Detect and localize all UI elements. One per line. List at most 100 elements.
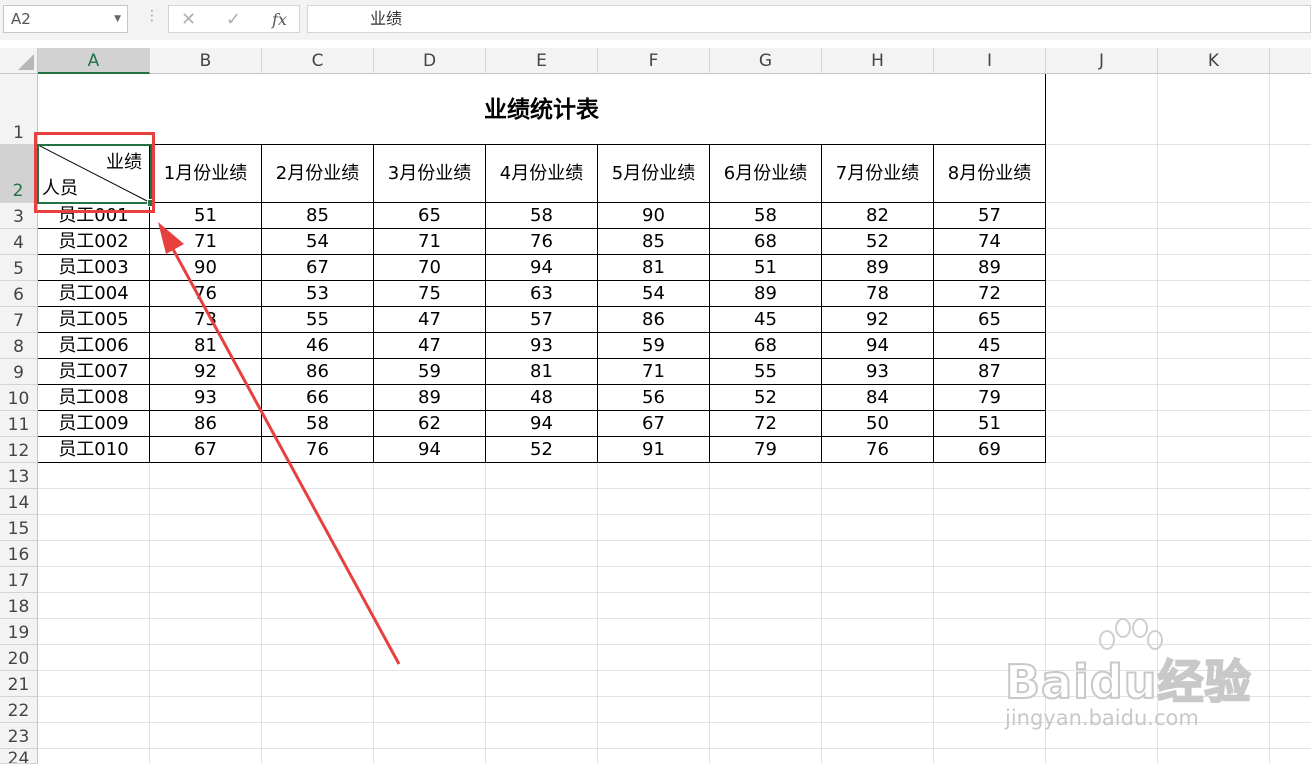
value-cell[interactable]: 51 [710, 255, 822, 281]
row-header[interactable]: 1 [0, 74, 38, 145]
month-header-cell[interactable]: 2月份业绩 [262, 145, 374, 203]
row-header[interactable]: 11 [0, 411, 38, 437]
enter-icon[interactable]: ✓ [226, 9, 241, 30]
value-cell[interactable]: 79 [710, 437, 822, 463]
value-cell[interactable]: 55 [262, 307, 374, 333]
value-cell[interactable]: 50 [822, 411, 934, 437]
value-cell[interactable]: 58 [486, 203, 598, 229]
row-header[interactable]: 14 [0, 489, 38, 515]
value-cell[interactable]: 86 [150, 411, 262, 437]
value-cell[interactable]: 82 [822, 203, 934, 229]
value-cell[interactable]: 89 [822, 255, 934, 281]
row-header[interactable]: 18 [0, 593, 38, 619]
value-cell[interactable]: 57 [934, 203, 1046, 229]
value-cell[interactable]: 81 [150, 333, 262, 359]
value-cell[interactable]: 76 [150, 281, 262, 307]
employee-name-cell[interactable]: 员工003 [38, 255, 150, 281]
row-header[interactable]: 9 [0, 359, 38, 385]
drag-handle-icon[interactable]: ⋮ [145, 8, 159, 24]
column-header-g[interactable]: G [710, 48, 822, 74]
value-cell[interactable]: 66 [262, 385, 374, 411]
column-header-partial[interactable] [1270, 48, 1311, 74]
value-cell[interactable]: 54 [262, 229, 374, 255]
row-header[interactable]: 4 [0, 229, 38, 255]
value-cell[interactable]: 93 [486, 333, 598, 359]
month-header-cell[interactable]: 5月份业绩 [598, 145, 710, 203]
value-cell[interactable]: 54 [598, 281, 710, 307]
row-header[interactable]: 22 [0, 697, 38, 723]
value-cell[interactable]: 58 [262, 411, 374, 437]
column-header-h[interactable]: H [822, 48, 934, 74]
value-cell[interactable]: 59 [374, 359, 486, 385]
row-header[interactable]: 20 [0, 645, 38, 671]
column-header-j[interactable]: J [1046, 48, 1158, 74]
value-cell[interactable]: 86 [598, 307, 710, 333]
value-cell[interactable]: 89 [710, 281, 822, 307]
value-cell[interactable]: 76 [262, 437, 374, 463]
value-cell[interactable]: 68 [710, 333, 822, 359]
value-cell[interactable]: 92 [822, 307, 934, 333]
row-header[interactable]: 16 [0, 541, 38, 567]
column-header-a[interactable]: A [38, 48, 150, 74]
chevron-down-icon[interactable]: ▼ [114, 6, 121, 32]
employee-name-cell[interactable]: 员工006 [38, 333, 150, 359]
employee-name-cell[interactable]: 员工005 [38, 307, 150, 333]
employee-name-cell[interactable]: 员工010 [38, 437, 150, 463]
formula-input[interactable]: 业绩 [307, 5, 1311, 33]
value-cell[interactable]: 52 [710, 385, 822, 411]
month-header-cell[interactable]: 1月份业绩 [150, 145, 262, 203]
value-cell[interactable]: 91 [598, 437, 710, 463]
value-cell[interactable]: 67 [150, 437, 262, 463]
column-header-i[interactable]: I [934, 48, 1046, 74]
value-cell[interactable]: 92 [150, 359, 262, 385]
row-header[interactable]: 24 [0, 749, 38, 764]
value-cell[interactable]: 47 [374, 307, 486, 333]
value-cell[interactable]: 78 [822, 281, 934, 307]
value-cell[interactable]: 69 [934, 437, 1046, 463]
row-header[interactable]: 12 [0, 437, 38, 463]
row-header[interactable]: 13 [0, 463, 38, 489]
value-cell[interactable]: 70 [374, 255, 486, 281]
value-cell[interactable]: 75 [374, 281, 486, 307]
insert-function-icon[interactable]: fx [272, 10, 287, 29]
value-cell[interactable]: 84 [822, 385, 934, 411]
row-header[interactable]: 5 [0, 255, 38, 281]
value-cell[interactable]: 63 [486, 281, 598, 307]
value-cell[interactable]: 90 [598, 203, 710, 229]
value-cell[interactable]: 73 [150, 307, 262, 333]
employee-name-cell[interactable]: 员工008 [38, 385, 150, 411]
row-header[interactable]: 15 [0, 515, 38, 541]
value-cell[interactable]: 52 [486, 437, 598, 463]
value-cell[interactable]: 76 [486, 229, 598, 255]
employee-name-cell[interactable]: 员工004 [38, 281, 150, 307]
value-cell[interactable]: 46 [262, 333, 374, 359]
value-cell[interactable]: 72 [934, 281, 1046, 307]
value-cell[interactable]: 45 [710, 307, 822, 333]
value-cell[interactable]: 58 [710, 203, 822, 229]
value-cell[interactable]: 93 [150, 385, 262, 411]
row-header[interactable]: 17 [0, 567, 38, 593]
value-cell[interactable]: 79 [934, 385, 1046, 411]
row-header[interactable]: 2 [0, 145, 38, 203]
value-cell[interactable]: 71 [598, 359, 710, 385]
value-cell[interactable]: 51 [150, 203, 262, 229]
month-header-cell[interactable]: 7月份业绩 [822, 145, 934, 203]
value-cell[interactable]: 67 [262, 255, 374, 281]
value-cell[interactable]: 87 [934, 359, 1046, 385]
value-cell[interactable]: 68 [710, 229, 822, 255]
value-cell[interactable]: 85 [262, 203, 374, 229]
employee-name-cell[interactable]: 员工007 [38, 359, 150, 385]
column-header-d[interactable]: D [374, 48, 486, 74]
column-header-f[interactable]: F [598, 48, 710, 74]
value-cell[interactable]: 89 [374, 385, 486, 411]
value-cell[interactable]: 86 [262, 359, 374, 385]
month-header-cell[interactable]: 4月份业绩 [486, 145, 598, 203]
value-cell[interactable]: 85 [598, 229, 710, 255]
employee-name-cell[interactable]: 员工002 [38, 229, 150, 255]
row-header[interactable]: 21 [0, 671, 38, 697]
value-cell[interactable]: 62 [374, 411, 486, 437]
row-header[interactable]: 6 [0, 281, 38, 307]
value-cell[interactable]: 48 [486, 385, 598, 411]
row-header[interactable]: 10 [0, 385, 38, 411]
value-cell[interactable]: 52 [822, 229, 934, 255]
